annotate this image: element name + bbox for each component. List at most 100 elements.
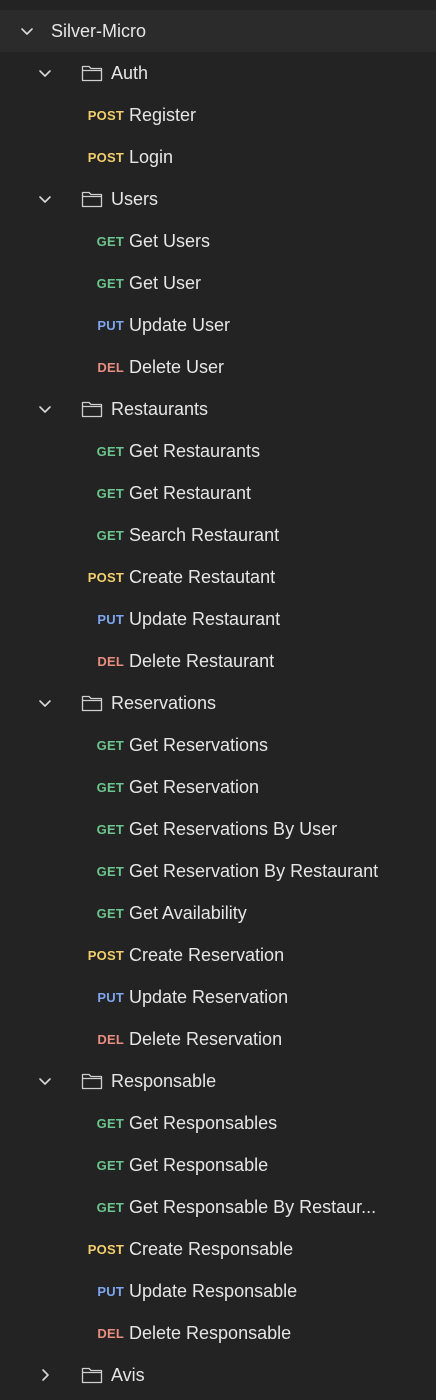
folder-name: Restaurants [111, 398, 209, 419]
method-badge: POST [87, 149, 124, 165]
folder-icon [81, 695, 103, 712]
request-name: Get Reservation By Restaurant [129, 860, 379, 881]
request-row[interactable]: GET Get Reservations By User [0, 808, 436, 850]
request-row[interactable]: POST Create Responsable [0, 1228, 436, 1270]
chevron-down-icon[interactable] [35, 63, 55, 83]
folder-row-reservations[interactable]: Reservations [0, 682, 436, 724]
request-row[interactable]: PUT Update Responsable [0, 1270, 436, 1312]
chevron-down-icon[interactable] [35, 1071, 55, 1091]
request-row[interactable]: DEL Delete Reservation [0, 1018, 436, 1060]
method-badge: PUT [97, 989, 124, 1005]
request-name: Delete Responsable [129, 1322, 292, 1343]
method-badge: GET [96, 1199, 124, 1215]
chevron-down-icon[interactable] [17, 21, 37, 41]
request-name: Register [129, 104, 197, 125]
request-name: Update Restaurant [129, 608, 281, 629]
request-name: Get Reservations By User [129, 818, 338, 839]
folder-icon [81, 401, 103, 418]
folder-icon [81, 1367, 103, 1384]
folder-name: Responsable [111, 1070, 217, 1091]
request-name: Get Restaurant [129, 482, 252, 503]
folder-name: Auth [111, 62, 149, 83]
method-badge: POST [87, 947, 124, 963]
request-name: Update Reservation [129, 986, 289, 1007]
folder-name: Users [111, 188, 159, 209]
request-row[interactable]: PUT Update User [0, 304, 436, 346]
method-badge: GET [96, 905, 124, 921]
request-name: Create Reservation [129, 944, 285, 965]
request-name: Get Users [129, 230, 211, 251]
request-row[interactable]: POST Create Reservation [0, 934, 436, 976]
request-name: Delete User [129, 356, 225, 377]
request-row[interactable]: POST Login [0, 136, 436, 178]
method-badge: POST [87, 1241, 124, 1257]
request-row[interactable]: POST Register [0, 94, 436, 136]
request-name: Get Responsable [129, 1154, 269, 1175]
request-name: Get Availability [129, 902, 247, 923]
request-name: Get User [129, 272, 202, 293]
method-badge: POST [87, 107, 124, 123]
method-badge: GET [96, 863, 124, 879]
collection-row[interactable]: Silver-Micro [0, 10, 436, 52]
method-badge: DEL [97, 1325, 124, 1341]
folder-row-responsable[interactable]: Responsable [0, 1060, 436, 1102]
folder-row-users[interactable]: Users [0, 178, 436, 220]
chevron-down-icon[interactable] [35, 399, 55, 419]
request-row[interactable]: GET Get Reservation By Restaurant [0, 850, 436, 892]
collection-tree: Silver-Micro Auth POST Register POST Login Use… [0, 10, 436, 1400]
folder-row-auth[interactable]: Auth [0, 52, 436, 94]
folder-icon [81, 1073, 103, 1090]
chevron-right-icon[interactable] [35, 1365, 55, 1385]
request-row[interactable]: DEL Delete User [0, 346, 436, 388]
request-name: Get Reservation [129, 776, 260, 797]
method-badge: GET [96, 443, 124, 459]
chevron-down-icon[interactable] [35, 189, 55, 209]
request-name: Get Reservations [129, 734, 269, 755]
request-name: Delete Reservation [129, 1028, 283, 1049]
request-row[interactable]: GET Get Responsable [0, 1144, 436, 1186]
request-row[interactable]: GET Get Responsables [0, 1102, 436, 1144]
request-row[interactable]: GET Get Restaurants [0, 430, 436, 472]
method-badge: GET [96, 527, 124, 543]
folder-icon [81, 65, 103, 82]
method-badge: GET [96, 275, 124, 291]
folder-icon [81, 191, 103, 208]
request-name: Create Restautant [129, 566, 276, 587]
method-badge: DEL [97, 359, 124, 375]
method-badge: DEL [97, 653, 124, 669]
method-badge: GET [96, 737, 124, 753]
chevron-down-icon[interactable] [35, 693, 55, 713]
request-row[interactable]: GET Get Users [0, 220, 436, 262]
folder-row-avis[interactable]: Avis [0, 1354, 436, 1396]
folder-name: Reservations [111, 692, 217, 713]
method-badge: GET [96, 485, 124, 501]
method-badge: GET [96, 1115, 124, 1131]
request-row[interactable]: GET Get User [0, 262, 436, 304]
request-row[interactable]: POST Create Restautant [0, 556, 436, 598]
request-row[interactable]: DEL Delete Responsable [0, 1312, 436, 1354]
collection-name: Silver-Micro [51, 20, 147, 41]
request-row[interactable]: GET Get Responsable By Restaur... [0, 1186, 436, 1228]
request-name: Login [129, 146, 174, 167]
request-row[interactable]: GET Get Reservations [0, 724, 436, 766]
method-badge: GET [96, 821, 124, 837]
request-row[interactable]: PUT Update Reservation [0, 976, 436, 1018]
method-badge: PUT [97, 611, 124, 627]
request-name: Get Responsables [129, 1112, 278, 1133]
method-badge: POST [87, 569, 124, 585]
method-badge: PUT [97, 317, 124, 333]
request-name: Get Restaurants [129, 440, 261, 461]
request-row[interactable]: GET Get Reservation [0, 766, 436, 808]
folder-row-restaurants[interactable]: Restaurants [0, 388, 436, 430]
request-name: Get Responsable By Restaur... [129, 1196, 377, 1217]
request-row[interactable]: GET Get Restaurant [0, 472, 436, 514]
folder-name: Avis [111, 1364, 145, 1385]
method-badge: GET [96, 233, 124, 249]
method-badge: GET [96, 779, 124, 795]
request-row[interactable]: GET Get Availability [0, 892, 436, 934]
request-row[interactable]: GET Search Restaurant [0, 514, 436, 556]
method-badge: DEL [97, 1031, 124, 1047]
request-name: Search Restaurant [129, 524, 280, 545]
request-row[interactable]: PUT Update Restaurant [0, 598, 436, 640]
request-row[interactable]: DEL Delete Restaurant [0, 640, 436, 682]
